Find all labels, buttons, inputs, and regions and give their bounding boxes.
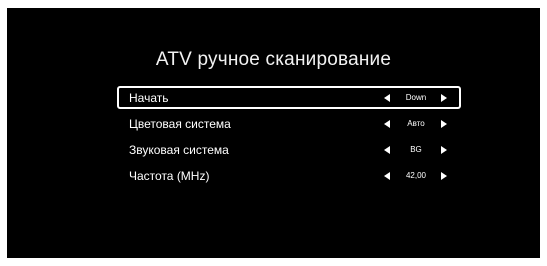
menu-item-value: 42,00 [405, 171, 427, 180]
menu-item-color-system[interactable]: Цветовая система Авто [117, 112, 461, 135]
menu-item-value: Down [405, 93, 427, 102]
arrow-left-icon[interactable] [384, 120, 390, 128]
menu-item-label: Начать [129, 91, 169, 105]
menu-item-label: Цветовая система [129, 117, 231, 131]
arrow-left-icon[interactable] [384, 94, 390, 102]
menu-item-label: Частота (MHz) [129, 169, 210, 183]
arrow-left-icon[interactable] [384, 172, 390, 180]
menu-item-value: Авто [407, 119, 425, 128]
tv-screen: ATV ручное сканирование Начать Down Цвет… [7, 8, 540, 258]
arrow-left-icon[interactable] [384, 146, 390, 154]
arrow-right-icon[interactable] [441, 172, 447, 180]
settings-menu: Начать Down Цветовая система Авто Звуков… [117, 86, 461, 190]
menu-item-frequency[interactable]: Частота (MHz) 42,00 [117, 164, 461, 187]
arrow-right-icon[interactable] [441, 94, 447, 102]
page-title: ATV ручное сканирование [155, 49, 392, 70]
menu-item-label: Звуковая система [129, 143, 229, 157]
arrow-right-icon[interactable] [441, 146, 447, 154]
arrow-right-icon[interactable] [441, 120, 447, 128]
menu-item-start[interactable]: Начать Down [117, 86, 461, 109]
menu-item-sound-system[interactable]: Звуковая система BG [117, 138, 461, 161]
menu-item-value: BG [410, 145, 422, 154]
